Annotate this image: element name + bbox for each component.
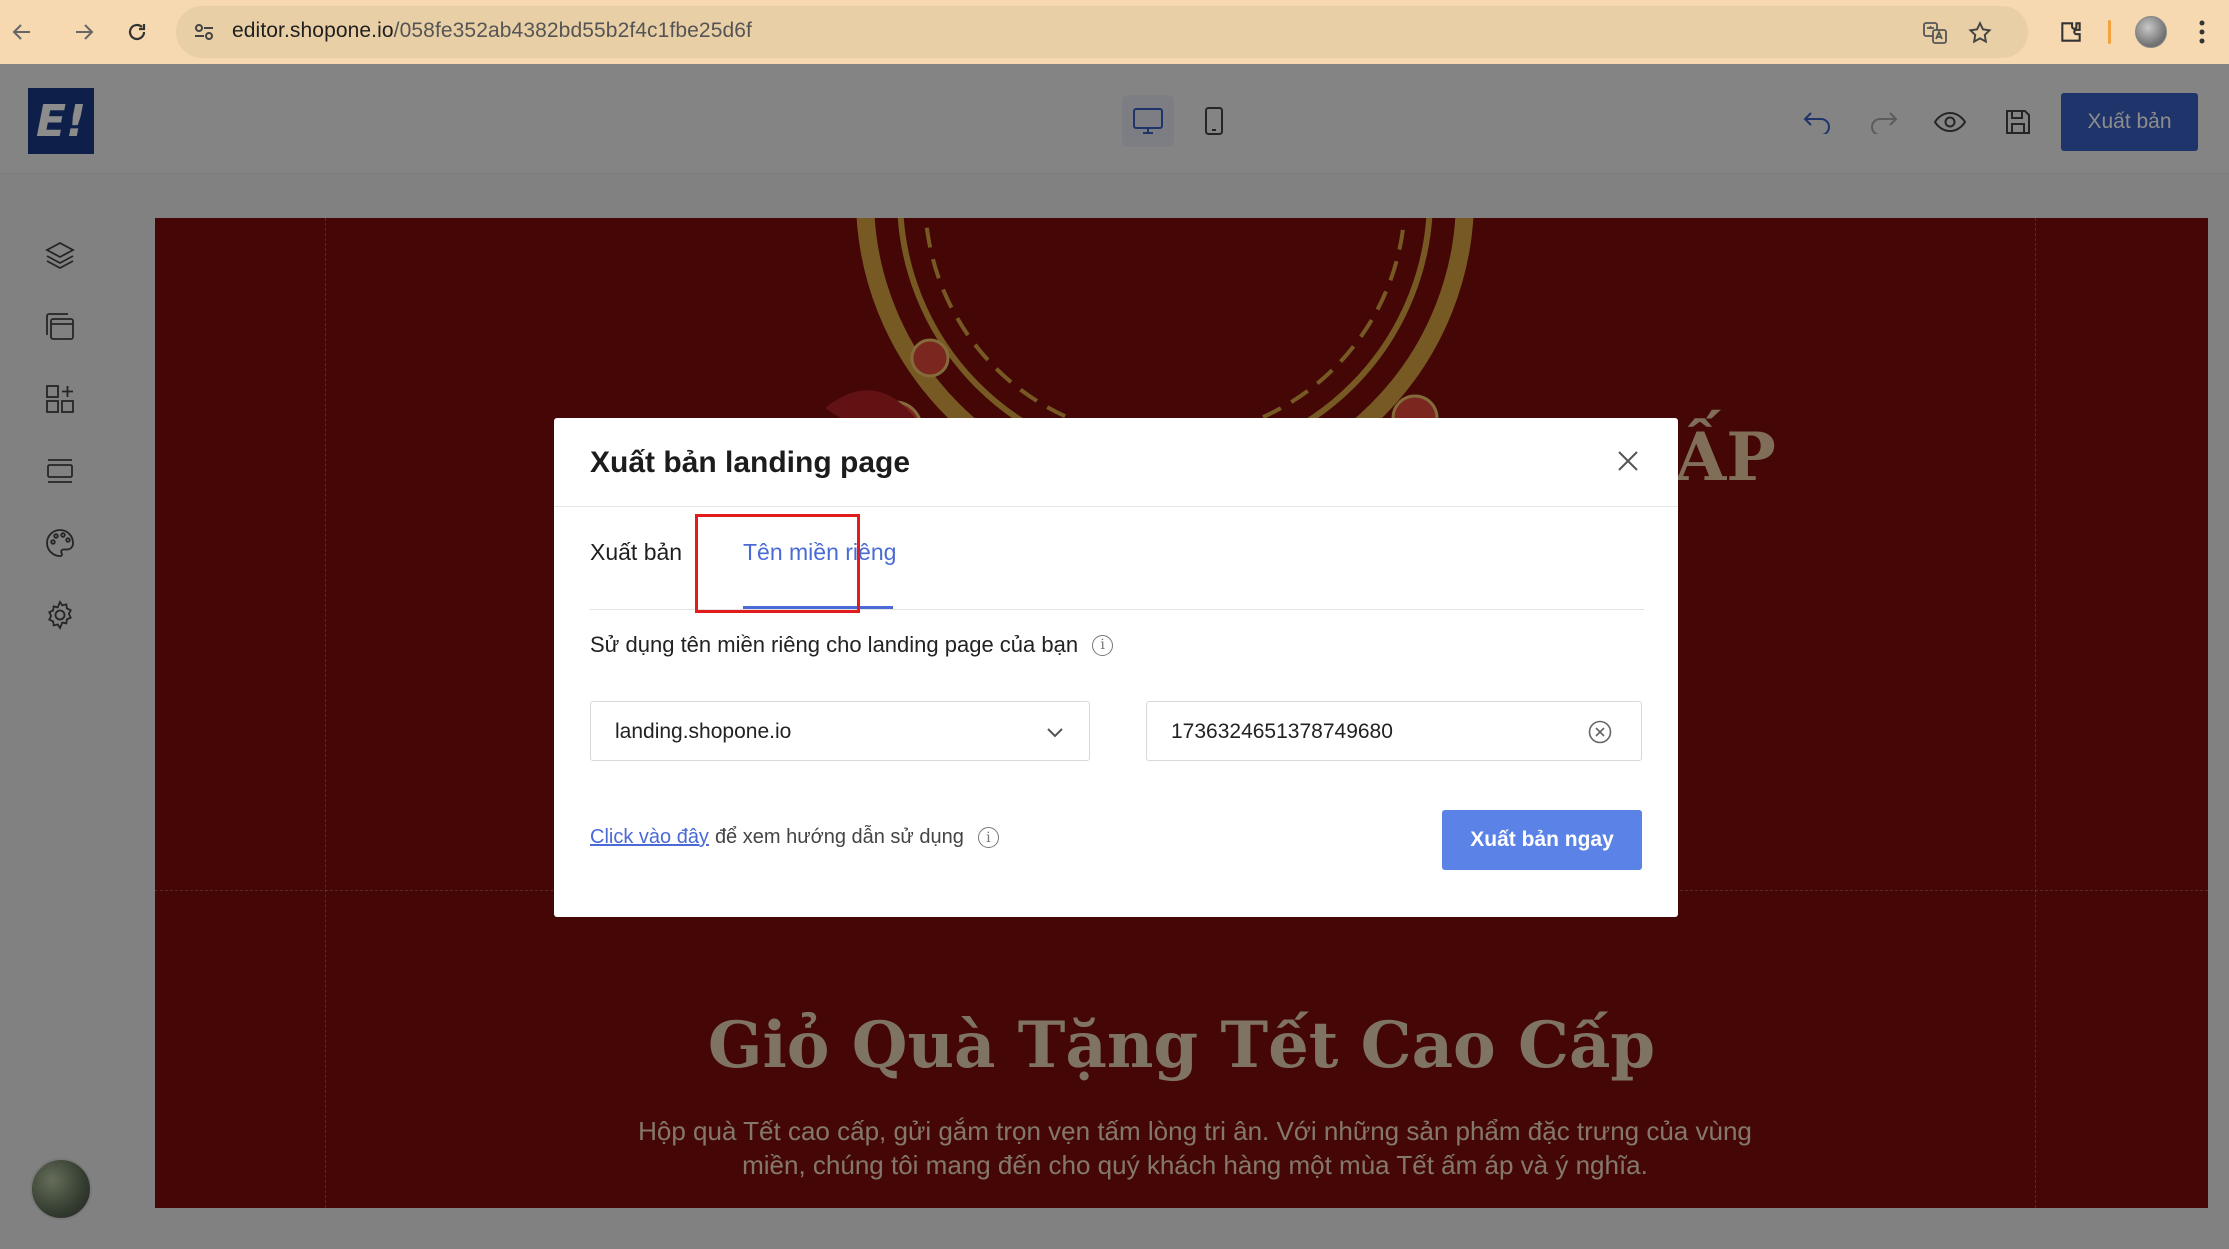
custom-domain-description: Sử dụng tên miền riêng cho landing page … <box>590 632 1114 658</box>
info-icon[interactable]: i <box>1092 634 1114 656</box>
bookmark-star-icon <box>1968 21 1992 44</box>
modal-header: Xuất bản landing page <box>554 418 1678 507</box>
translate-button[interactable] <box>1920 18 1950 48</box>
chevron-down-icon <box>1047 728 1063 738</box>
kebab-menu-icon <box>2199 20 2205 44</box>
domain-select[interactable]: landing.shopone.io <box>590 701 1090 761</box>
modal-title: Xuất bản landing page <box>590 446 911 479</box>
chrome-divider <box>2108 20 2111 44</box>
forward-arrow-icon <box>76 24 94 40</box>
browser-toolbar: editor.shopone.io/058fe352ab4382bd55b2f4… <box>0 0 2229 64</box>
url-text[interactable]: editor.shopone.io/058fe352ab4382bd55b2f4… <box>232 19 752 43</box>
help-row: Click vào đây để xem hướng dẫn sử dụng i <box>590 826 999 849</box>
help-link[interactable]: Click vào đây <box>590 826 709 849</box>
extensions-button[interactable] <box>2051 12 2091 52</box>
annotation-highlight-box <box>695 514 860 613</box>
site-info-icon[interactable] <box>190 18 218 46</box>
forward-button[interactable] <box>64 12 104 52</box>
reload-icon <box>128 23 146 41</box>
address-bar[interactable]: editor.shopone.io/058fe352ab4382bd55b2f4… <box>176 6 2028 58</box>
close-icon <box>1618 451 1638 471</box>
translate-icon <box>1923 22 1947 44</box>
info-icon[interactable]: i <box>977 827 999 848</box>
publish-now-button[interactable]: Xuất bản ngay <box>1442 810 1642 870</box>
extensions-icon <box>2061 22 2081 42</box>
close-button[interactable] <box>1610 443 1646 479</box>
description-text: Sử dụng tên miền riêng cho landing page … <box>590 632 1079 657</box>
clear-circle-icon[interactable] <box>1587 719 1613 745</box>
reload-button[interactable] <box>117 12 157 52</box>
publish-modal: Xuất bản landing page Xuất bản Tên miền … <box>554 418 1678 917</box>
back-arrow-icon <box>12 24 30 40</box>
tab-publish[interactable]: Xuất bản <box>590 539 682 566</box>
bookmark-button[interactable] <box>1965 18 1995 48</box>
back-button[interactable] <box>2 12 42 52</box>
browser-menu-button[interactable] <box>2182 12 2222 52</box>
domain-select-value: landing.shopone.io <box>615 720 792 743</box>
slug-input-value: 1736324651378749680 <box>1171 720 1393 743</box>
help-text: để xem hướng dẫn sử dụng <box>714 826 964 848</box>
browser-profile-avatar[interactable] <box>2135 16 2167 48</box>
slug-input[interactable]: 1736324651378749680 <box>1146 701 1642 761</box>
